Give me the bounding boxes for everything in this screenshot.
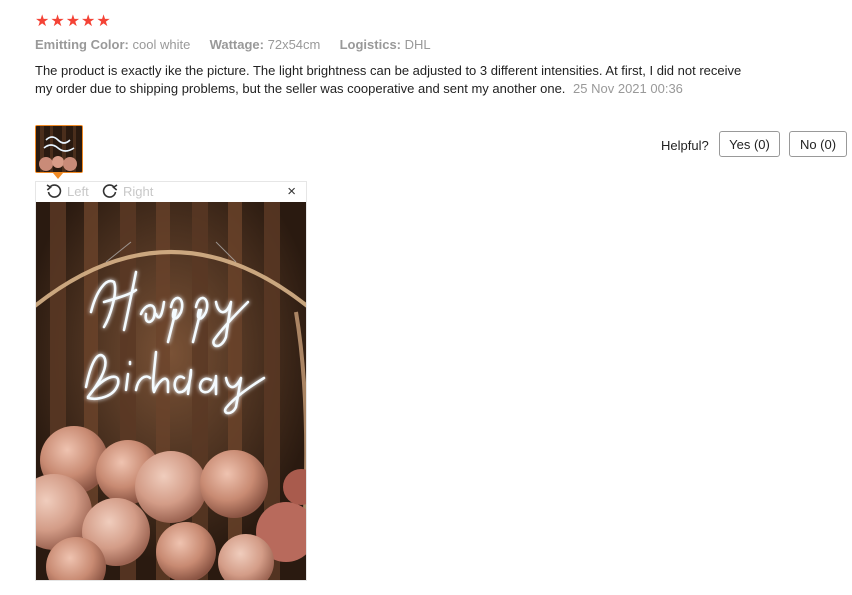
rotate-left-label: Left bbox=[67, 183, 89, 199]
thumbnail-active-indicator bbox=[53, 173, 63, 179]
thumbnail-image bbox=[36, 126, 82, 172]
rotate-right-label: Right bbox=[123, 183, 154, 199]
review-image-thumbnail[interactable] bbox=[35, 125, 83, 173]
review-photo-image bbox=[36, 202, 306, 580]
rotate-right-icon bbox=[102, 184, 118, 198]
rotate-right-button[interactable]: Right bbox=[102, 183, 153, 199]
star-icon: ★ bbox=[65, 13, 81, 30]
rating-stars: ★ ★ ★ ★ ★ bbox=[35, 13, 111, 31]
attr-wattage-key: Wattage: bbox=[209, 37, 264, 52]
star-icon: ★ bbox=[96, 13, 111, 30]
image-viewer: Left Right × bbox=[35, 181, 307, 581]
review-date: 25 Nov 2021 00:36 bbox=[573, 81, 683, 96]
image-viewer-toolbar: Left Right × bbox=[36, 182, 306, 202]
review-photo bbox=[36, 202, 306, 580]
attr-logistics-value: DHL bbox=[404, 37, 431, 52]
attr-color-key: Emitting Color: bbox=[35, 37, 129, 52]
attr-logistics-key: Logistics: bbox=[339, 37, 402, 52]
attr-color-value: cool white bbox=[132, 37, 191, 52]
review-content: The product is exactly ike the picture. … bbox=[35, 62, 755, 98]
attr-wattage-value: 72x54cm bbox=[267, 37, 321, 52]
helpful-no-button[interactable]: No (0) bbox=[789, 131, 847, 157]
rotate-left-button[interactable]: Left bbox=[46, 183, 89, 199]
product-attributes: Emitting Color: cool white Wattage: 72x5… bbox=[35, 37, 431, 52]
rotate-left-icon bbox=[46, 184, 62, 198]
close-viewer-icon[interactable]: × bbox=[287, 182, 296, 202]
star-icon: ★ bbox=[81, 13, 96, 30]
helpful-label: Helpful? bbox=[661, 138, 709, 153]
helpful-yes-button[interactable]: Yes (0) bbox=[719, 131, 780, 157]
star-icon: ★ bbox=[50, 13, 65, 30]
star-icon: ★ bbox=[35, 13, 50, 30]
